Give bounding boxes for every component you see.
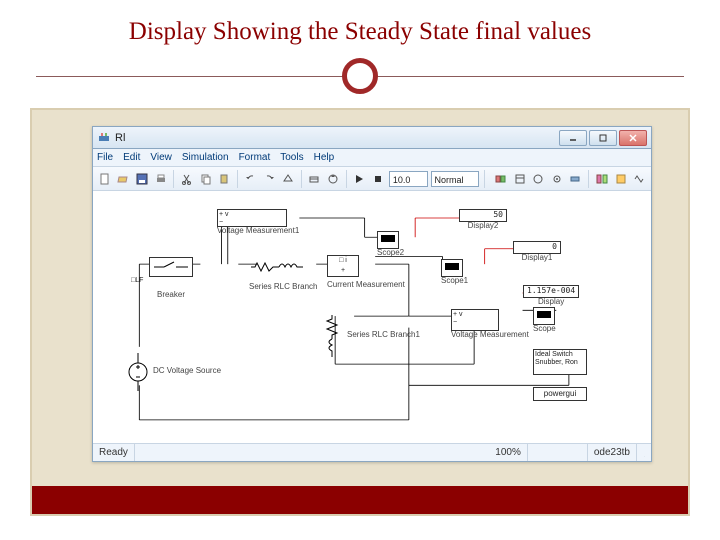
menu-format[interactable]: Format — [239, 152, 271, 163]
voltage-measurement-label: Voltage Measurement — [451, 331, 529, 340]
snubber-label: Snubber, Ron — [535, 359, 578, 366]
title-bar[interactable]: Rl — [93, 127, 651, 149]
breaker-block[interactable]: □LF Breaker — [149, 257, 193, 299]
signal-icon[interactable] — [631, 170, 647, 188]
display-label: Display — [523, 298, 579, 307]
voltage-measurement-block[interactable]: + v− Voltage Measurement — [451, 309, 529, 340]
up-icon[interactable] — [280, 170, 296, 188]
status-ready: Ready — [93, 444, 135, 461]
slide-frame-bottom — [32, 486, 688, 514]
model-canvas[interactable]: + v− Voltage Measurement1 Scope2 50 Disp… — [93, 193, 651, 443]
model-explorer-icon[interactable] — [512, 170, 528, 188]
views-icon[interactable] — [594, 170, 610, 188]
toolbar: 10.0 Normal — [93, 167, 651, 191]
title-rule — [0, 54, 720, 98]
rlc1-label: Series RLC Branch1 — [347, 331, 420, 340]
status-bar: Ready 100% ode23tb — [93, 443, 651, 461]
voltage-measurement1-block[interactable]: + v− Voltage Measurement1 — [217, 209, 299, 236]
undo-icon[interactable] — [243, 170, 259, 188]
simulink-window: Rl File Edit View Simulation — [92, 126, 652, 462]
circle-ornament — [342, 58, 378, 94]
dc-source-block[interactable]: DC Voltage Source — [127, 351, 149, 393]
wires — [93, 193, 651, 443]
highlight-icon[interactable] — [613, 170, 629, 188]
open-icon[interactable] — [116, 170, 132, 188]
display1-block[interactable]: 0 Display1 — [513, 241, 561, 263]
rlc-block[interactable]: Series RLC Branch — [249, 259, 317, 292]
app-icon — [97, 131, 111, 145]
display1-value: 0 — [513, 241, 561, 254]
gear-icon[interactable] — [549, 170, 565, 188]
status-zoom: 100% — [489, 444, 528, 461]
current-measurement-label: Current Measurement — [327, 281, 405, 290]
scope1-block[interactable]: Scope1 — [441, 259, 468, 286]
debug-icon[interactable] — [568, 170, 584, 188]
rlc1-block[interactable]: Series RLC Branch1 — [323, 313, 341, 359]
build-icon[interactable] — [307, 170, 323, 188]
sim-mode-select[interactable]: Normal — [431, 171, 480, 187]
resize-grip-icon[interactable] — [643, 448, 645, 458]
window-title: Rl — [115, 132, 559, 144]
menu-simulation[interactable]: Simulation — [182, 152, 229, 163]
voltage-measurement1-label: Voltage Measurement1 — [217, 227, 299, 236]
ideal-switch-block[interactable]: Ideal Switch Snubber, Ron — [533, 349, 587, 375]
display-block[interactable]: 1.157e-004 Display — [523, 285, 579, 307]
menu-bar: File Edit View Simulation Format Tools H… — [93, 149, 651, 167]
display2-label: Display2 — [459, 222, 507, 231]
slide-title: Display Showing the Steady State final v… — [0, 0, 720, 54]
minimize-button[interactable] — [559, 130, 587, 146]
play-icon[interactable] — [352, 170, 368, 188]
status-solver: ode23tb — [588, 444, 637, 461]
toggle-icon[interactable] — [530, 170, 546, 188]
powergui-label: powergui — [533, 387, 587, 401]
scope2-block[interactable]: Scope2 — [377, 231, 404, 258]
library-icon[interactable] — [493, 170, 509, 188]
scope1-label: Scope1 — [441, 277, 468, 286]
menu-view[interactable]: View — [150, 152, 172, 163]
new-icon[interactable] — [97, 170, 113, 188]
scope-label: Scope — [533, 325, 556, 334]
cut-icon[interactable] — [179, 170, 195, 188]
slide-frame: Rl File Edit View Simulation — [30, 108, 690, 516]
print-icon[interactable] — [153, 170, 169, 188]
menu-help[interactable]: Help — [314, 152, 335, 163]
paste-icon[interactable] — [217, 170, 233, 188]
breaker-label: Breaker — [149, 291, 193, 300]
close-button[interactable] — [619, 130, 647, 146]
copy-icon[interactable] — [198, 170, 214, 188]
menu-tools[interactable]: Tools — [280, 152, 303, 163]
display2-value: 50 — [459, 209, 507, 222]
current-measurement-block[interactable]: □ i+ Current Measurement — [327, 255, 405, 290]
display1-label: Display1 — [513, 254, 561, 263]
stop-icon[interactable] — [370, 170, 386, 188]
display2-block[interactable]: 50 Display2 — [459, 209, 507, 231]
rlc-label: Series RLC Branch — [249, 283, 317, 292]
redo-icon[interactable] — [262, 170, 278, 188]
save-icon[interactable] — [134, 170, 150, 188]
update-icon[interactable] — [325, 170, 341, 188]
display-value: 1.157e-004 — [523, 285, 579, 298]
menu-file[interactable]: File — [97, 152, 113, 163]
ideal-switch-label: Ideal Switch — [535, 351, 573, 358]
dc-source-label: DC Voltage Source — [153, 367, 221, 376]
window-buttons — [559, 130, 647, 146]
maximize-button[interactable] — [589, 130, 617, 146]
stop-time-input[interactable]: 10.0 — [389, 171, 428, 187]
scope-block[interactable]: Scope — [533, 307, 556, 334]
powergui-block[interactable]: powergui — [533, 387, 587, 401]
menu-edit[interactable]: Edit — [123, 152, 140, 163]
